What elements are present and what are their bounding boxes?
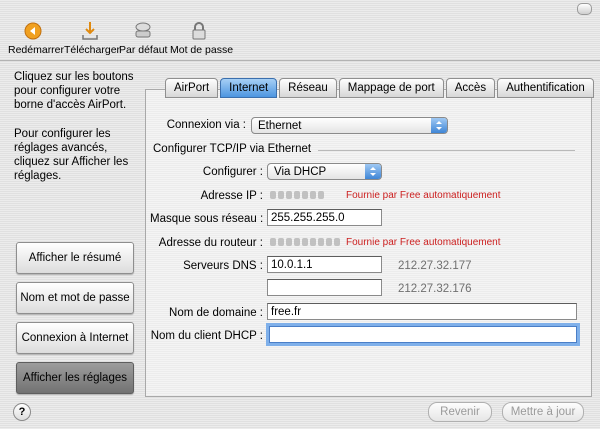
popup-arrows-icon bbox=[365, 164, 381, 179]
popup-arrows-icon bbox=[431, 118, 447, 133]
tab-bar: AirPort Internet Réseau Mappage de port … bbox=[165, 78, 596, 98]
restart-icon bbox=[22, 20, 44, 42]
help-button[interactable]: ? bbox=[13, 403, 31, 421]
toolbar: Redémarrer Télécharger Par défaut Mot de… bbox=[0, 18, 600, 61]
instructions-text: Cliquez sur les boutons pour configurer … bbox=[14, 71, 134, 111]
advanced-instructions-text: Pour configurer les réglages avancés, cl… bbox=[14, 128, 129, 182]
window-title-bar bbox=[0, 0, 600, 18]
show-settings-button[interactable]: Afficher les réglages bbox=[16, 362, 134, 394]
download-label: Télécharger bbox=[64, 44, 121, 56]
dns-server-1-auto: 212.27.32.177 bbox=[398, 260, 472, 272]
default-label: Par défaut bbox=[119, 44, 168, 56]
domain-name-label: Nom de domaine : bbox=[169, 307, 263, 319]
domain-name-field[interactable]: free.fr bbox=[267, 303, 577, 320]
password-button[interactable]: Mot de passe bbox=[170, 20, 234, 56]
tab-network[interactable]: Réseau bbox=[279, 78, 337, 98]
subnet-mask-label: Masque sous réseau : bbox=[150, 213, 264, 225]
connexion-via-label: Connexion via : bbox=[166, 119, 246, 131]
restart-button[interactable]: Redémarrer bbox=[8, 20, 65, 56]
dns-server-2-field[interactable] bbox=[267, 279, 382, 296]
ip-address-value-redacted bbox=[270, 190, 324, 200]
tab-internet[interactable]: Internet bbox=[220, 78, 278, 98]
ip-address-note: Fournie par Free automatiquement bbox=[346, 190, 501, 201]
subnet-mask-field[interactable]: 255.255.255.0 bbox=[267, 209, 382, 226]
dhcp-client-field[interactable] bbox=[269, 326, 577, 343]
lock-icon bbox=[188, 20, 210, 42]
show-summary-button[interactable]: Afficher le résumé bbox=[16, 242, 134, 274]
tab-port-mapping[interactable]: Mappage de port bbox=[338, 78, 444, 98]
router-address-label: Adresse du routeur : bbox=[158, 237, 263, 249]
download-icon bbox=[79, 20, 101, 42]
dns-server-1-field[interactable]: 10.0.1.1 bbox=[267, 256, 382, 273]
configurer-value: Via DHCP bbox=[274, 166, 327, 178]
toolbar-toggle-button[interactable] bbox=[577, 3, 592, 15]
name-password-button[interactable]: Nom et mot de passe bbox=[16, 282, 134, 314]
tab-authentication[interactable]: Authentification bbox=[497, 78, 594, 98]
dns-server-2-auto: 212.27.32.176 bbox=[398, 283, 472, 295]
revert-button[interactable]: Revenir bbox=[428, 402, 492, 422]
tab-access[interactable]: Accès bbox=[445, 78, 496, 98]
internet-connection-button[interactable]: Connexion à Internet bbox=[16, 322, 134, 354]
default-icon bbox=[132, 20, 154, 42]
dns-servers-label: Serveurs DNS : bbox=[183, 260, 263, 272]
ip-address-label: Adresse IP : bbox=[200, 190, 263, 202]
tab-airport[interactable]: AirPort bbox=[165, 78, 219, 98]
configurer-popup[interactable]: Via DHCP bbox=[267, 163, 382, 180]
password-label: Mot de passe bbox=[170, 44, 234, 56]
section-divider bbox=[318, 150, 575, 151]
router-address-value-redacted bbox=[270, 237, 340, 247]
connexion-via-popup[interactable]: Ethernet bbox=[251, 117, 448, 134]
connexion-via-value: Ethernet bbox=[258, 120, 302, 132]
default-button[interactable]: Par défaut bbox=[119, 20, 167, 56]
dhcp-client-label: Nom du client DHCP : bbox=[150, 330, 263, 342]
update-button[interactable]: Mettre à jour bbox=[502, 402, 584, 422]
download-button[interactable]: Télécharger bbox=[64, 20, 121, 56]
router-address-note: Fournie par Free automatiquement bbox=[346, 237, 501, 248]
configurer-label: Configurer : bbox=[202, 166, 263, 178]
tcpip-section-title: Configurer TCP/IP via Ethernet bbox=[153, 143, 312, 155]
restart-label: Redémarrer bbox=[8, 44, 65, 56]
